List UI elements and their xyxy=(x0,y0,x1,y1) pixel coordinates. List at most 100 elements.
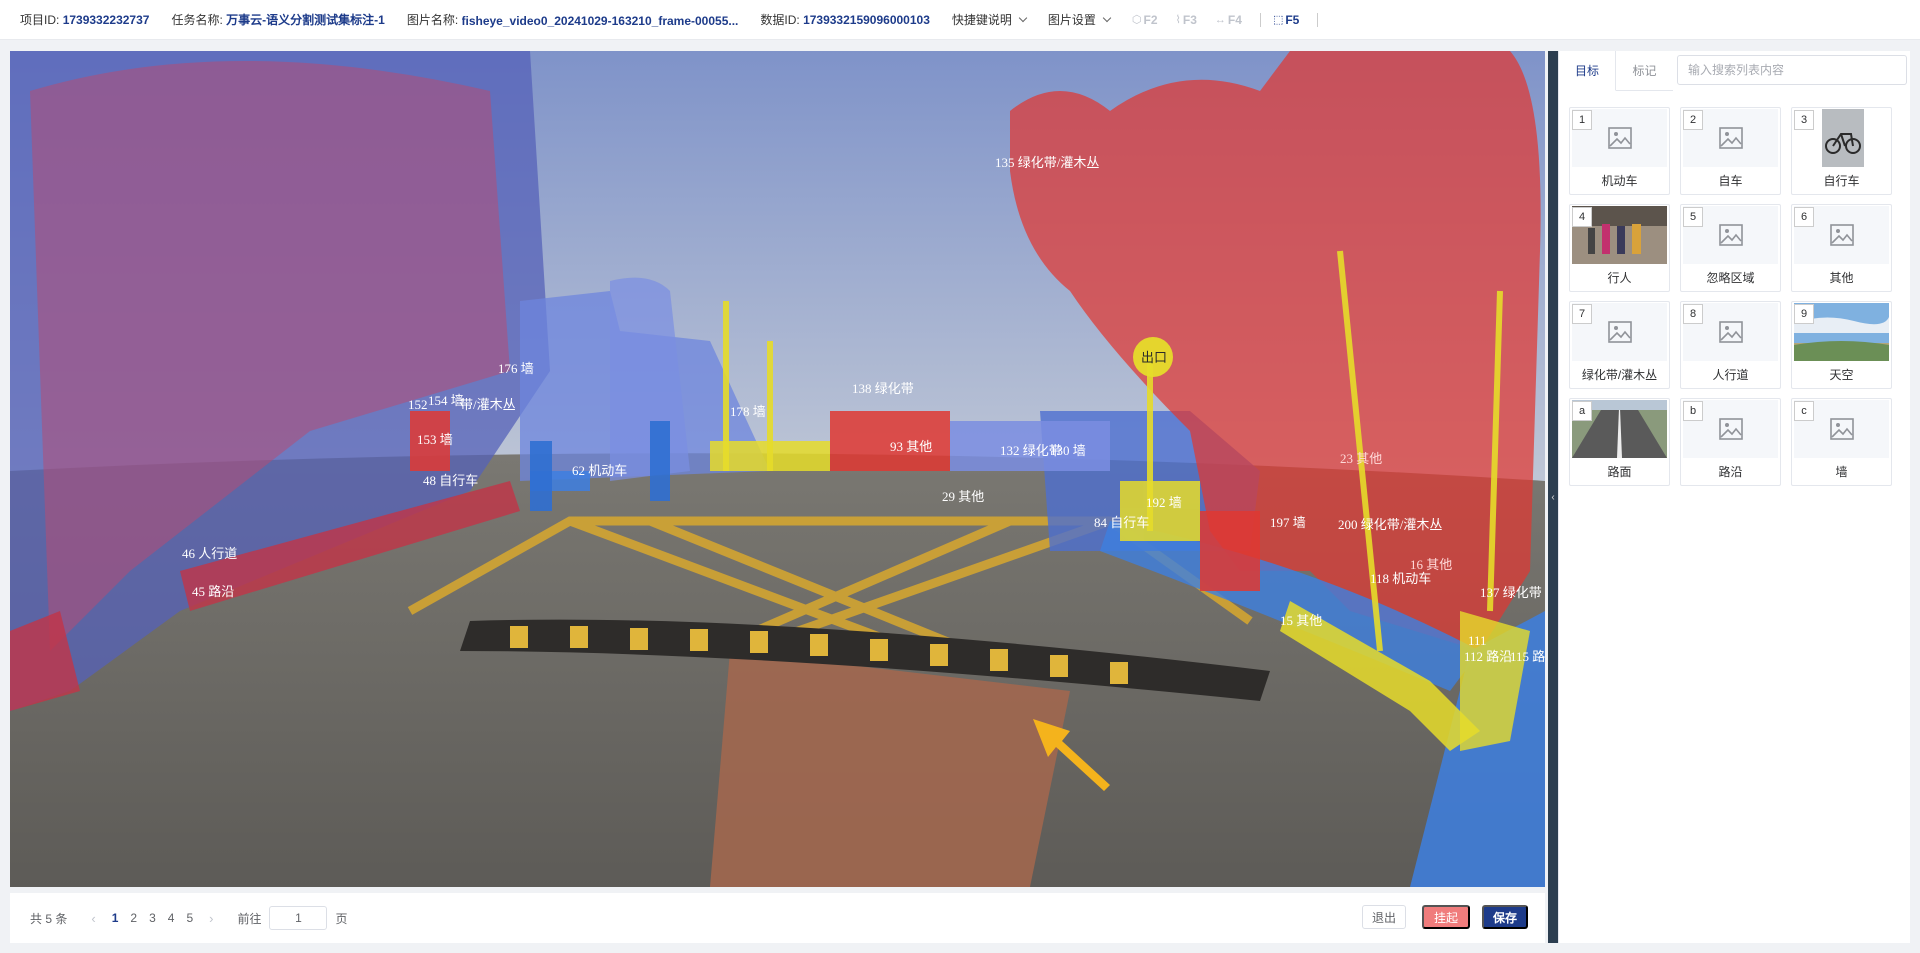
mask-label: 115 路 xyxy=(1510,649,1545,664)
task-name-value: 万事云-语义分割测试集标注-1 xyxy=(226,13,385,27)
data-id: 数据ID: 1739332159096000103 xyxy=(760,11,930,28)
class-card[interactable]: c 墙 xyxy=(1791,398,1892,486)
f3-tool-button[interactable]: ⌇ F3 xyxy=(1176,13,1197,27)
mask-label: 138 绿化带 xyxy=(852,381,914,396)
shortcut-help-label: 快捷键说明 xyxy=(951,13,1012,27)
card-index: 7 xyxy=(1572,304,1592,324)
card-index: 5 xyxy=(1683,207,1703,227)
card-index: 6 xyxy=(1794,207,1814,227)
annotated-fisheye-image[interactable]: 135 绿化带/灌木丛 176 墙 152 154 墙 带/灌木丛 153 墙 … xyxy=(10,51,1545,887)
search-input[interactable] xyxy=(1677,55,1907,85)
chevron-down-icon xyxy=(1102,13,1112,23)
page-1-button[interactable]: 1 xyxy=(112,911,119,925)
card-index: a xyxy=(1572,401,1592,421)
mask-label: 23 其他 xyxy=(1340,451,1382,466)
class-card[interactable]: 7 绿化带/灌木丛 xyxy=(1569,301,1670,389)
class-card[interactable]: a 路面 xyxy=(1569,398,1670,486)
project-id-value: 1739332232737 xyxy=(62,13,150,27)
f3-label: F3 xyxy=(1182,12,1197,27)
hang-button[interactable]: 挂起 xyxy=(1422,905,1470,929)
f4-tool-button[interactable]: ↔ F4 xyxy=(1215,13,1242,27)
mask-label: 152 xyxy=(408,397,428,412)
mask-label: 带/灌木丛 xyxy=(460,397,516,412)
tab-mark[interactable]: 标记 xyxy=(1616,51,1673,91)
image-name: 图片名称: fisheye_video0_20241029-163210_fra… xyxy=(407,11,739,28)
image-name-value: fisheye_video0_20241029-163210_frame-000… xyxy=(461,14,739,28)
bicycle-photo xyxy=(1822,109,1864,167)
task-name-label: 任务名称: xyxy=(171,13,223,27)
class-card[interactable]: 5 忽略区域 xyxy=(1680,204,1781,292)
class-card[interactable]: 6 其他 xyxy=(1791,204,1892,292)
card-label: 自行车 xyxy=(1823,174,1860,188)
mask-label: 62 机动车 xyxy=(572,463,627,478)
class-card[interactable]: 2 自车 xyxy=(1680,107,1781,195)
class-card[interactable]: 8 人行道 xyxy=(1680,301,1781,389)
class-card[interactable]: b 路沿 xyxy=(1680,398,1781,486)
image-settings-dropdown[interactable]: 图片设置 xyxy=(1047,11,1112,28)
collapse-panel-icon[interactable]: ‹ xyxy=(1548,487,1558,507)
mask-label: 111 xyxy=(1468,633,1487,648)
shortcut-help-dropdown[interactable]: 快捷键说明 xyxy=(951,11,1028,28)
exit-sign-text: 出口 xyxy=(1141,350,1167,365)
project-id: 项目ID: 1739332232737 xyxy=(20,11,149,28)
card-index: 8 xyxy=(1683,304,1703,324)
card-index: c xyxy=(1794,401,1814,421)
image-settings-label: 图片设置 xyxy=(1047,13,1096,27)
header-divider xyxy=(1259,12,1261,27)
card-index: 1 xyxy=(1572,110,1592,130)
mask-label: 48 自行车 xyxy=(423,473,478,488)
card-index: 3 xyxy=(1794,110,1814,130)
card-label: 忽略区域 xyxy=(1706,271,1755,285)
mask-label: 135 绿化带/灌木丛 xyxy=(995,155,1099,170)
top-info-bar: 项目ID: 1739332232737 任务名称: 万事云-语义分割测试集标注-… xyxy=(0,0,1920,40)
goto-label: 前往 xyxy=(237,911,262,926)
data-id-value: 1739332159096000103 xyxy=(803,13,930,27)
mask-label: 93 其他 xyxy=(890,439,932,454)
card-index: 9 xyxy=(1794,304,1814,324)
image-name-label: 图片名称: xyxy=(406,13,459,27)
mask-label: 16 其他 xyxy=(1410,557,1452,572)
f5-label: F5 xyxy=(1285,12,1300,27)
mask-label: 15 其他 xyxy=(1280,613,1322,628)
card-index: b xyxy=(1683,401,1703,421)
class-card[interactable]: 3 自行车 xyxy=(1791,107,1892,195)
tab-target[interactable]: 目标 xyxy=(1559,51,1616,91)
save-button[interactable]: 保存 xyxy=(1482,905,1528,929)
mask-label: 29 其他 xyxy=(942,489,984,504)
card-label: 人行道 xyxy=(1712,368,1749,382)
card-label: 墙 xyxy=(1835,465,1848,479)
mask-label: 200 绿化带/灌木丛 xyxy=(1338,517,1442,532)
task-name: 任务名称: 万事云-语义分割测试集标注-1 xyxy=(171,11,384,28)
mask-label: 176 墙 xyxy=(498,361,534,376)
class-card[interactable]: 9 天空 xyxy=(1791,301,1892,389)
goto-page-input[interactable] xyxy=(269,906,328,930)
mask-label: 84 自行车 xyxy=(1094,515,1149,530)
class-card[interactable]: 1 机动车 xyxy=(1569,107,1670,195)
chevron-down-icon xyxy=(1018,13,1028,23)
exit-button[interactable]: 退出 xyxy=(1362,905,1406,929)
page-4-button[interactable]: 4 xyxy=(168,911,175,925)
annotation-canvas[interactable]: 135 绿化带/灌木丛 176 墙 152 154 墙 带/灌木丛 153 墙 … xyxy=(10,51,1545,887)
page-2-button[interactable]: 2 xyxy=(130,911,137,925)
card-label: 行人 xyxy=(1607,271,1632,285)
page-5-button[interactable]: 5 xyxy=(186,911,193,925)
red-tile-path xyxy=(710,651,1070,887)
next-page-icon[interactable]: › xyxy=(209,911,213,926)
f2-tool-button[interactable]: ⬡ F2 xyxy=(1132,13,1158,27)
pedestrian-mask xyxy=(530,441,552,511)
pedestrian-mask xyxy=(650,421,670,501)
card-label: 天空 xyxy=(1829,368,1854,382)
mask-label: 137 绿化带 xyxy=(1480,585,1542,600)
f5-tool-button[interactable]: ⬚ F5 xyxy=(1273,13,1299,27)
mask-label: 197 墙 xyxy=(1270,515,1306,530)
page-3-button[interactable]: 3 xyxy=(149,911,156,925)
mask-label: 178 墙 xyxy=(730,404,766,419)
project-id-label: 项目ID: xyxy=(20,13,60,27)
mask-label: 192 墙 xyxy=(1146,495,1182,510)
card-index: 4 xyxy=(1572,207,1592,227)
class-card[interactable]: 4 行人 xyxy=(1569,204,1670,292)
select-tool-icon: ⬚ xyxy=(1272,14,1284,26)
f4-label: F4 xyxy=(1227,12,1242,27)
card-label: 路沿 xyxy=(1718,465,1743,479)
prev-page-icon[interactable]: ‹ xyxy=(91,911,95,926)
